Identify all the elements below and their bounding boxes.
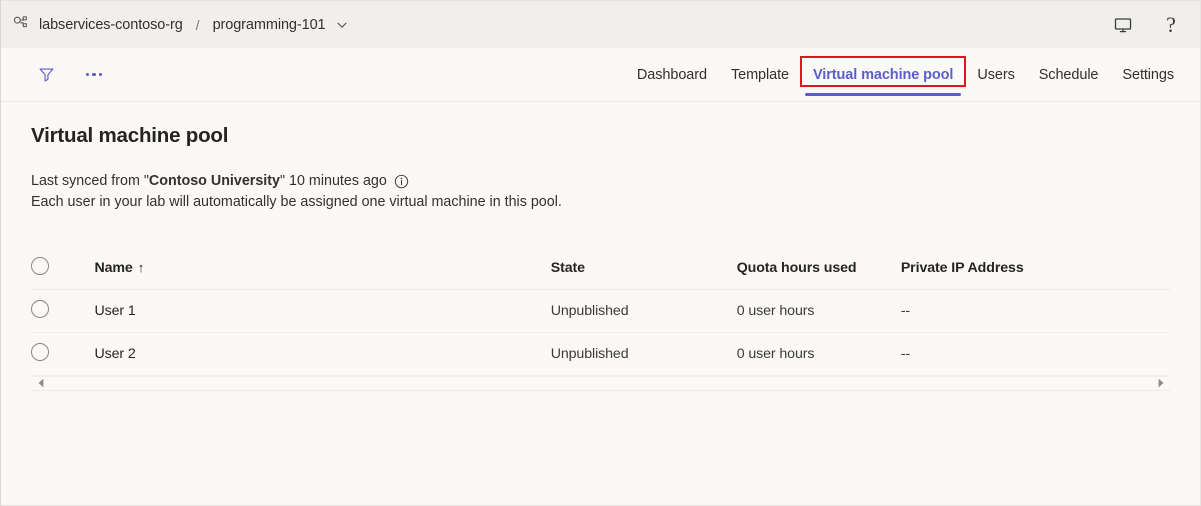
info-icon[interactable]	[394, 174, 409, 189]
tab-virtual-machine-pool[interactable]: Virtual machine pool	[801, 48, 965, 101]
breadcrumb-separator: /	[191, 17, 205, 33]
column-header-select-all[interactable]	[31, 248, 94, 289]
column-header-name[interactable]: Name ↑	[94, 248, 550, 289]
tab-users-label: Users	[977, 67, 1014, 83]
row-quota-cell: 0 user hours	[737, 332, 901, 375]
table-header-row: Name ↑ State Quota hours used Private IP …	[31, 248, 1170, 289]
tab-dashboard-label: Dashboard	[637, 67, 707, 83]
breadcrumb-current-item[interactable]: programming-101	[213, 17, 326, 33]
scroll-track[interactable]	[46, 378, 1155, 389]
select-all-radio[interactable]	[31, 257, 49, 275]
top-bar: labservices-contoso-rg / programming-101…	[1, 1, 1200, 48]
column-header-name-label: Name	[94, 260, 132, 276]
table-row[interactable]: User 2 Unpublished 0 user hours --	[31, 332, 1170, 375]
tab-template-label: Template	[731, 67, 789, 83]
row-quota-cell: 0 user hours	[737, 289, 901, 332]
tab-settings-label: Settings	[1122, 67, 1174, 83]
row-ip-cell: --	[901, 289, 1170, 332]
page-title: Virtual machine pool	[31, 102, 1170, 148]
breadcrumb: labservices-contoso-rg / programming-101	[11, 15, 348, 35]
filter-icon[interactable]	[31, 60, 61, 90]
tab-list: Dashboard Template Virtual machine pool …	[625, 48, 1200, 101]
row-name-cell: User 1	[94, 289, 550, 332]
tab-template[interactable]: Template	[719, 48, 801, 101]
tab-users[interactable]: Users	[965, 48, 1026, 101]
command-bar: Dashboard Template Virtual machine pool …	[1, 48, 1200, 102]
row-radio[interactable]	[31, 343, 49, 361]
content-footer-spacer	[31, 391, 1170, 501]
tab-schedule[interactable]: Schedule	[1027, 48, 1111, 101]
sync-suffix: " 10 minutes ago	[280, 173, 387, 189]
scroll-right-arrow-icon[interactable]	[1155, 378, 1166, 389]
sync-status-text: Last synced from "Contoso University" 10…	[31, 171, 387, 192]
monitor-icon[interactable]	[1112, 14, 1134, 36]
chevron-down-icon[interactable]	[336, 19, 348, 31]
row-select-cell[interactable]	[31, 289, 94, 332]
scroll-left-arrow-icon[interactable]	[35, 378, 46, 389]
page-description: Last synced from "Contoso University" 10…	[31, 148, 1170, 213]
main-content: Virtual machine pool Last synced from "C…	[1, 102, 1200, 501]
pool-description-line: Each user in your lab will automatically…	[31, 192, 1170, 213]
breadcrumb-parent-link[interactable]: labservices-contoso-rg	[39, 17, 183, 33]
row-state-cell: Unpublished	[551, 289, 737, 332]
lab-services-window: labservices-contoso-rg / programming-101…	[0, 0, 1201, 506]
row-select-cell[interactable]	[31, 332, 94, 375]
column-header-ip[interactable]: Private IP Address	[901, 248, 1170, 289]
table-row[interactable]: User 1 Unpublished 0 user hours --	[31, 289, 1170, 332]
row-state-cell: Unpublished	[551, 332, 737, 375]
command-bar-left	[1, 60, 109, 90]
more-options-icon[interactable]	[79, 60, 109, 90]
row-name-cell: User 2	[94, 332, 550, 375]
tab-dashboard[interactable]: Dashboard	[625, 48, 719, 101]
table-body: User 1 Unpublished 0 user hours -- User …	[31, 289, 1170, 375]
row-ip-cell: --	[901, 332, 1170, 375]
row-radio[interactable]	[31, 300, 49, 318]
vm-pool-table: Name ↑ State Quota hours used Private IP …	[31, 248, 1170, 376]
help-glyph: ?	[1166, 14, 1176, 36]
vm-pool-table-wrapper: Name ↑ State Quota hours used Private IP …	[31, 248, 1170, 391]
sync-prefix: Last synced from "	[31, 173, 149, 189]
table-header: Name ↑ State Quota hours used Private IP …	[31, 248, 1170, 289]
sync-source-name: Contoso University	[149, 173, 280, 189]
ellipsis-glyph	[86, 73, 103, 76]
top-bar-actions: ?	[1112, 14, 1186, 36]
tab-virtual-machine-pool-label: Virtual machine pool	[813, 67, 953, 83]
horizontal-scrollbar[interactable]	[31, 376, 1170, 391]
column-header-state[interactable]: State	[551, 248, 737, 289]
tab-settings[interactable]: Settings	[1110, 48, 1186, 101]
help-icon[interactable]: ?	[1160, 14, 1182, 36]
sort-ascending-icon: ↑	[138, 260, 144, 275]
resource-group-icon	[11, 15, 31, 35]
tab-schedule-label: Schedule	[1039, 67, 1099, 83]
sync-status-line: Last synced from "Contoso University" 10…	[31, 171, 1170, 192]
column-header-quota[interactable]: Quota hours used	[737, 248, 901, 289]
